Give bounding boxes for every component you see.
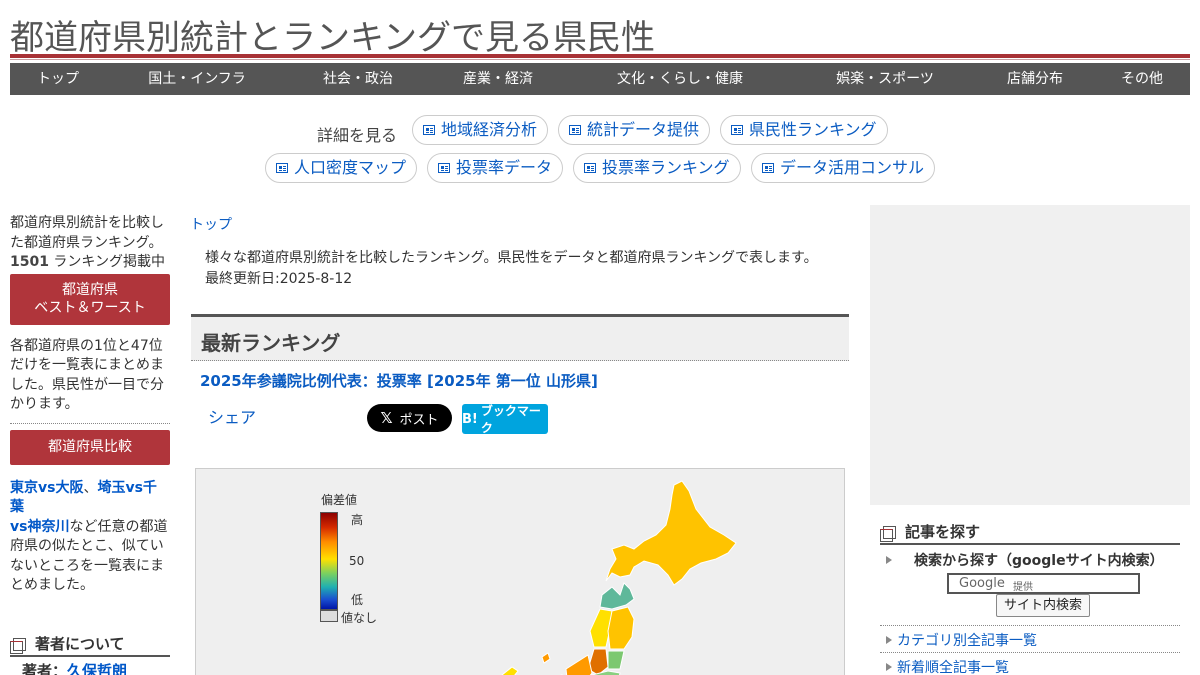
ranking-count: 1501 bbox=[10, 254, 49, 270]
share-link[interactable]: シェア bbox=[208, 404, 256, 428]
window-icon bbox=[10, 638, 26, 654]
detail-link-label: データ活用コンサル bbox=[780, 158, 925, 177]
map-sado[interactable] bbox=[541, 652, 551, 664]
window-icon bbox=[880, 526, 896, 542]
nav-item-leisure[interactable]: 娯楽・スポーツ bbox=[836, 63, 934, 95]
nav-item-society[interactable]: 社会・政治 bbox=[323, 63, 393, 95]
ad-placeholder bbox=[870, 205, 1190, 505]
nav-item-land[interactable]: 国土・インフラ bbox=[148, 63, 246, 95]
search-heading-text: 記事を探す bbox=[905, 523, 981, 541]
article-icon bbox=[584, 163, 596, 173]
compare-link-tokyo-osaka[interactable]: 東京vs大阪 bbox=[10, 480, 83, 496]
article-icon bbox=[569, 125, 581, 135]
search-input[interactable]: Google 提供 bbox=[947, 573, 1140, 594]
right-divider bbox=[880, 652, 1180, 653]
best-worst-button-line1: 都道府県 bbox=[62, 281, 118, 298]
nav-item-top[interactable]: トップ bbox=[37, 63, 79, 95]
title-rule-thin bbox=[10, 59, 1190, 60]
compare-separator: 、 bbox=[83, 479, 98, 496]
article-icon bbox=[731, 125, 743, 135]
nav-item-culture[interactable]: 文化・くらし・健康 bbox=[617, 63, 743, 95]
detail-link-label: 統計データ提供 bbox=[587, 120, 700, 139]
main-intro: 様々な都道府県別統計を比較したランキング。県民性をデータと都道府県ランキングで表… bbox=[205, 248, 818, 290]
detail-link-stats-data[interactable]: 統計データ提供 bbox=[558, 115, 711, 145]
site-title[interactable]: 都道府県別統計とランキングで見る県民性 bbox=[10, 10, 655, 59]
latest-ranking-title: 最新ランキング bbox=[201, 331, 341, 355]
map-hokkaido[interactable] bbox=[605, 480, 737, 586]
intro-line: 様々な都道府県別統計を比較したランキング。県民性をデータと都道府県ランキングで表… bbox=[205, 250, 818, 266]
detail-label: 詳細を見る bbox=[317, 126, 398, 145]
detail-link-label: 投票率データ bbox=[456, 158, 553, 177]
right-divider bbox=[880, 625, 1180, 626]
hatena-bookmark-button[interactable]: B! ブックマーク bbox=[462, 404, 548, 435]
best-worst-button-line2: ベスト＆ワースト bbox=[34, 299, 146, 316]
detail-link-turnout-ranking[interactable]: 投票率ランキング bbox=[573, 153, 741, 183]
detail-link-turnout-data[interactable]: 投票率データ bbox=[427, 153, 564, 183]
map-ishikawa[interactable] bbox=[498, 666, 519, 675]
x-post-label: ポスト bbox=[399, 412, 439, 428]
detail-link-kenminsei[interactable]: 県民性ランキング bbox=[720, 115, 888, 145]
google-provided-text: 提供 bbox=[1013, 582, 1033, 593]
ranking-map[interactable]: 偏差値 高 50 低 値なし bbox=[195, 468, 845, 675]
category-articles-link[interactable]: カテゴリ別全記事一覧 bbox=[886, 630, 1037, 650]
author-link[interactable]: 久保哲朗 bbox=[67, 662, 127, 675]
search-heading: 記事を探す bbox=[880, 522, 1180, 545]
detail-link-population-map[interactable]: 人口密度マップ bbox=[265, 153, 418, 183]
article-icon bbox=[438, 163, 450, 173]
detail-link-data-consulting[interactable]: データ活用コンサル bbox=[751, 153, 936, 183]
detail-link-label: 投票率ランキング bbox=[602, 158, 730, 177]
map-miyagi[interactable] bbox=[607, 650, 625, 670]
sidebar-divider bbox=[10, 422, 170, 424]
best-worst-button[interactable]: 都道府県 ベスト＆ワースト bbox=[10, 273, 170, 325]
detail-link-label: 県民性ランキング bbox=[749, 120, 877, 139]
bullet-triangle-icon bbox=[886, 636, 892, 644]
sidebar-intro: 都道府県別統計を比較した都道府県ランキング。 1501 ランキング掲載中 bbox=[10, 214, 170, 273]
compare-text-block: 東京vs大阪、埼玉vs千葉 vs神奈川など任意の都道府県の似たとこ、似ていないとこ… bbox=[10, 479, 170, 596]
japan-map-svg bbox=[498, 480, 737, 675]
latest-ranking-link[interactable]: 2025年参議院比例代表：投票率 [2025年 第一位 山形県] bbox=[200, 370, 598, 391]
new-articles-label: 新着順全記事一覧 bbox=[897, 660, 1009, 675]
category-articles-label: カテゴリ別全記事一覧 bbox=[897, 633, 1037, 649]
x-post-button[interactable]: 𝕏 ポスト bbox=[367, 404, 452, 432]
hatena-b-icon: B! bbox=[462, 411, 478, 427]
detail-link-regional-economy[interactable]: 地域経済分析 bbox=[412, 115, 549, 145]
latest-ranking-header: 最新ランキング bbox=[191, 314, 849, 361]
article-icon bbox=[762, 163, 774, 173]
nav-item-industry[interactable]: 産業・経済 bbox=[463, 63, 533, 95]
search-sub-heading: 検索から探す（googleサイト内検索） bbox=[886, 550, 1164, 570]
detail-link-label: 地域経済分析 bbox=[441, 120, 538, 139]
google-logo-text: Google bbox=[959, 576, 1005, 591]
sidebar-intro-text: 都道府県別統計を比較した都道府県ランキング。 bbox=[10, 215, 164, 251]
article-icon bbox=[423, 125, 435, 135]
map-iwate[interactable] bbox=[607, 606, 635, 650]
author-heading-text: 著者について bbox=[35, 635, 125, 653]
hatena-bookmark-label: ブックマーク bbox=[480, 404, 541, 435]
map-niigata[interactable] bbox=[565, 654, 593, 675]
site-search-button[interactable]: サイト内検索 bbox=[996, 594, 1090, 617]
compare-link-kanagawa[interactable]: vs神奈川 bbox=[10, 519, 69, 535]
author-line: 著者：久保哲朗 bbox=[22, 660, 127, 675]
bullet-triangle-icon bbox=[886, 556, 892, 564]
detail-link-label: 人口密度マップ bbox=[294, 158, 407, 177]
map-aomori[interactable] bbox=[599, 582, 635, 610]
ranking-count-suffix: ランキング掲載中 bbox=[48, 254, 165, 270]
main-nav: トップ 国土・インフラ 社会・政治 産業・経済 文化・くらし・健康 娯楽・スポー… bbox=[10, 63, 1190, 95]
bullet-triangle-icon bbox=[886, 663, 892, 671]
search-sub-text: 検索から探す（googleサイト内検索） bbox=[914, 553, 1164, 569]
author-heading: 著者について bbox=[10, 634, 170, 657]
author-label: 著者： bbox=[22, 662, 68, 675]
best-worst-text: 各都道府県の1位と47位だけを一覧表にまとめました。県民性が一目で分かります。 bbox=[10, 337, 164, 413]
breadcrumb-top[interactable]: トップ bbox=[190, 214, 232, 234]
last-updated: 最終更新日:2025-8-12 bbox=[205, 271, 353, 287]
x-logo-icon: 𝕏 bbox=[380, 409, 393, 427]
left-sidebar: 都道府県別統計を比較した都道府県ランキング。 1501 ランキング掲載中 都道府… bbox=[10, 214, 170, 596]
nav-item-stores[interactable]: 店舗分布 bbox=[1007, 63, 1063, 95]
article-icon bbox=[276, 163, 288, 173]
title-rule bbox=[10, 54, 1190, 58]
new-articles-link[interactable]: 新着順全記事一覧 bbox=[886, 657, 1009, 675]
compare-button[interactable]: 都道府県比較 bbox=[10, 429, 170, 465]
nav-item-other[interactable]: その他 bbox=[1121, 63, 1163, 95]
